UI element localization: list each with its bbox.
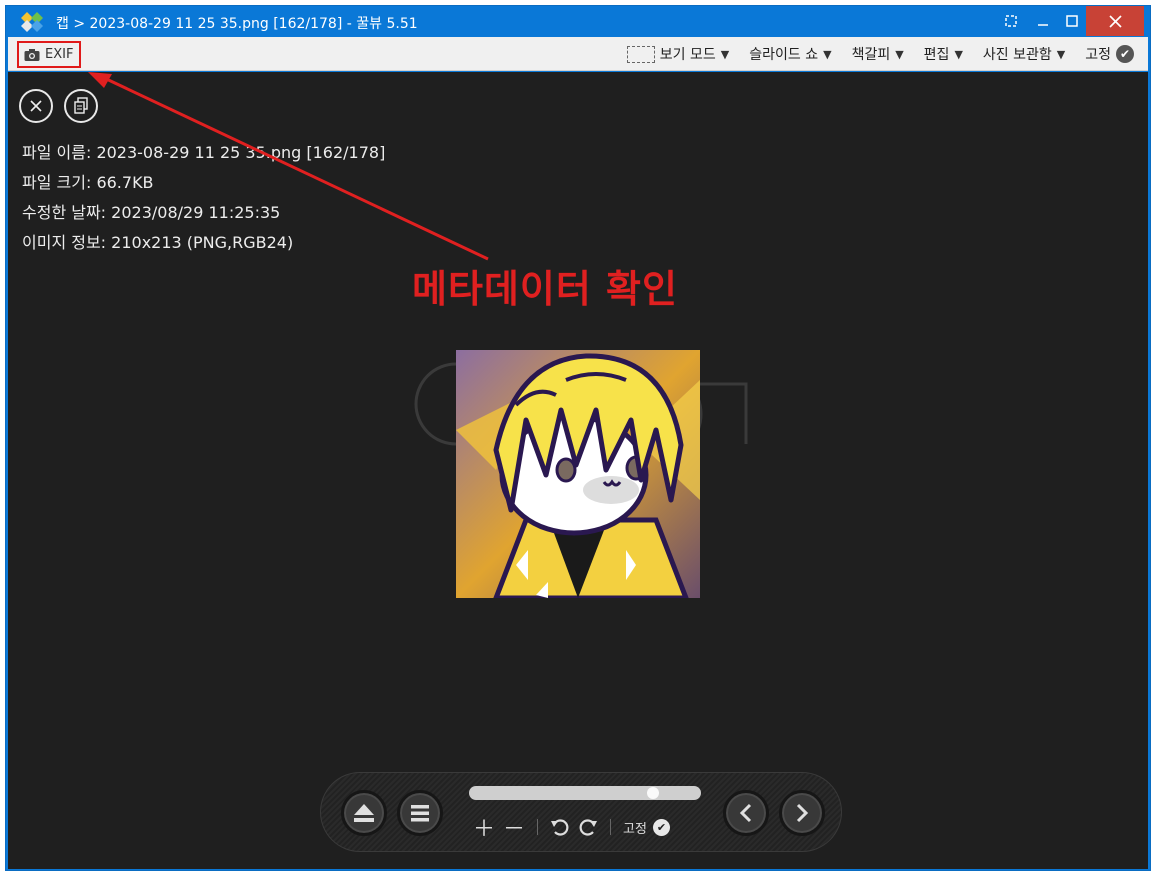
separator [537,819,539,835]
rotate-right-icon[interactable] [578,817,598,837]
menu-slideshow-label: 슬라이드 쇼 [749,47,819,63]
menu-view-mode[interactable]: 보기 모드 ▼ [626,44,730,64]
eject-button[interactable] [341,790,387,836]
menu-edit-label: 편집 [923,47,950,63]
chevron-right-icon [796,803,809,823]
menu-slideshow[interactable]: 슬라이드 쇼 ▼ [749,44,831,64]
view-mode-icon [626,45,655,63]
menu-bookmark[interactable]: 책갈피 ▼ [852,44,904,64]
camera-icon [24,48,40,61]
pin-label: 고정 [623,821,647,837]
close-icon [1108,14,1122,28]
exif-label: EXIF [45,47,74,62]
zoom-slider[interactable] [469,786,701,800]
zoom-out-icon[interactable]: － [503,811,525,843]
menu-bar: EXIF 보기 모드 ▼ 슬라이드 쇼 ▼ 책갈피 ▼ 편집 ▼ 사진 보관함 [8,37,1148,71]
pin-toggle[interactable]: 고정 ✔ [623,818,670,837]
caret-down-icon: ▼ [954,47,963,61]
app-logo-icon [21,12,43,32]
minimize-icon [1038,24,1048,26]
title-bar: 캡 > 2023-08-29 11 25 35.png [162/178] - … [6,6,1150,37]
annotation-label: 메타데이터 확인 [412,267,678,311]
list-button[interactable] [397,790,443,836]
check-circle-icon: ✔ [1116,45,1134,63]
rotate-left-icon[interactable] [550,817,570,837]
window-title: 캡 > 2023-08-29 11 25 35.png [162/178] - … [56,16,418,32]
menu-photo-vault[interactable]: 사진 보관함 ▼ [983,44,1065,64]
menu-edit[interactable]: 편집 ▼ [924,44,963,64]
caret-down-icon: ▼ [1056,47,1066,61]
caret-down-icon: ▼ [895,47,904,61]
exif-button[interactable]: EXIF [17,41,81,68]
zoom-in-icon[interactable]: ＋ [473,811,495,843]
app-window: 캡 > 2023-08-29 11 25 35.png [162/178] - … [5,5,1151,871]
annotation-arrow [88,72,489,261]
menu-photo-vault-label: 사진 보관함 [982,47,1052,63]
menu-pin-label: 고정 [1085,47,1111,63]
image-viewer: 파일 이름: 2023-08-29 11 25 35.png [162/178]… [8,72,1148,869]
close-window-button[interactable] [1086,6,1144,36]
next-image-button[interactable] [779,790,825,836]
check-circle-icon: ✔ [652,818,670,836]
control-tools: ＋ － 고정 ✔ [473,811,670,843]
menu-items: 보기 모드 ▼ 슬라이드 쇼 ▼ 책갈피 ▼ 편집 ▼ 사진 보관함 ▼ 고정 … [626,37,1134,71]
control-bar: ＋ － 고정 ✔ [320,772,842,852]
caret-down-icon: ▼ [823,47,832,61]
menu-view-mode-label: 보기 모드 [659,47,716,63]
caret-down-icon: ▼ [720,47,730,61]
maximize-button[interactable] [1055,6,1089,36]
maximize-icon [1066,15,1078,27]
menu-bookmark-label: 책갈피 [851,47,891,63]
photo-thumbnail [456,350,700,598]
eject-icon [354,804,374,822]
chevron-left-icon [739,803,752,823]
fullscreen-icon [1005,15,1017,27]
fullscreen-button[interactable] [994,6,1028,36]
menu-pin[interactable]: 고정 ✔ [1085,44,1134,64]
list-icon [411,805,429,822]
separator [610,819,612,835]
previous-image-button[interactable] [723,790,769,836]
zoom-slider-thumb[interactable] [646,787,659,799]
